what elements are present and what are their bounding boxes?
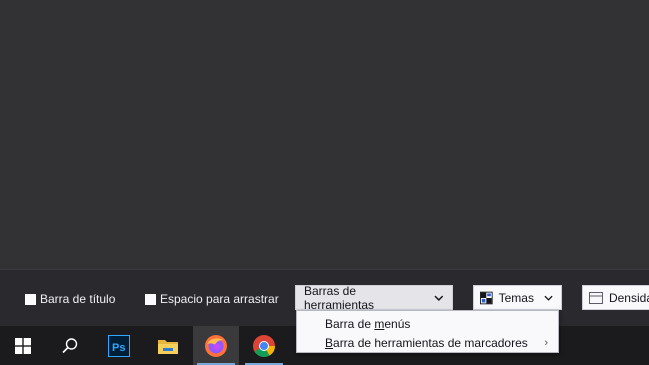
label-mnemonic: m — [374, 316, 385, 331]
chevron-down-icon — [544, 295, 553, 301]
toolbars-dropdown-label: Barras de herramientas — [304, 283, 375, 312]
checkbox-box[interactable] — [145, 293, 156, 305]
file-explorer-taskbar-button[interactable] — [145, 326, 191, 365]
search-button[interactable] — [47, 326, 93, 365]
submenu-arrow-icon: › — [544, 336, 548, 349]
file-explorer-icon — [158, 339, 178, 354]
start-button[interactable] — [0, 326, 46, 365]
themes-dropdown-label: Temas — [498, 290, 534, 305]
chrome-icon — [253, 334, 275, 357]
checkbox-box[interactable] — [25, 293, 36, 305]
chrome-taskbar-button[interactable] — [241, 326, 287, 365]
menu-item-menu-bar[interactable]: Barra de menús — [297, 314, 558, 333]
density-dropdown-label: Densida — [608, 290, 649, 305]
toolbars-menu-popup: Barra de menús Barra de herramientas de … — [296, 310, 559, 353]
menu-bar-label: Barra de menús — [325, 317, 410, 331]
label-prefix: Barra de — [325, 316, 375, 331]
label-suffix: enús — [384, 316, 411, 331]
photoshop-taskbar-button[interactable]: Ps — [96, 326, 142, 365]
title-bar-checkbox-label: Barra de título — [40, 292, 116, 306]
density-dropdown[interactable]: Densida — [582, 285, 649, 310]
search-icon — [62, 337, 78, 353]
menu-item-bookmarks-toolbar[interactable]: Barra de herramientas de marcadores › — [297, 333, 558, 352]
drag-space-checkbox[interactable]: Espacio para arrastrar — [145, 292, 279, 306]
photoshop-icon: Ps — [108, 334, 130, 357]
firefox-taskbar-button[interactable] — [193, 326, 239, 365]
density-icon — [589, 291, 603, 304]
title-bar-checkbox[interactable]: Barra de título — [25, 292, 115, 306]
themes-dropdown[interactable]: Temas — [473, 285, 562, 310]
firefox-icon — [205, 334, 227, 357]
drag-space-checkbox-label: Espacio para arrastrar — [160, 292, 279, 306]
themes-icon — [480, 291, 493, 304]
label-mnemonic: B — [325, 335, 334, 350]
toolbars-dropdown[interactable]: Barras de herramientas — [295, 283, 453, 312]
bookmarks-toolbar-label: Barra de herramientas de marcadores — [325, 336, 528, 350]
chevron-down-icon — [434, 295, 444, 301]
browser-content-area — [0, 0, 649, 269]
photoshop-icon-label: Ps — [112, 342, 125, 354]
start-icon — [15, 337, 31, 354]
label-suffix: arra de herramientas de marcadores — [333, 335, 528, 350]
